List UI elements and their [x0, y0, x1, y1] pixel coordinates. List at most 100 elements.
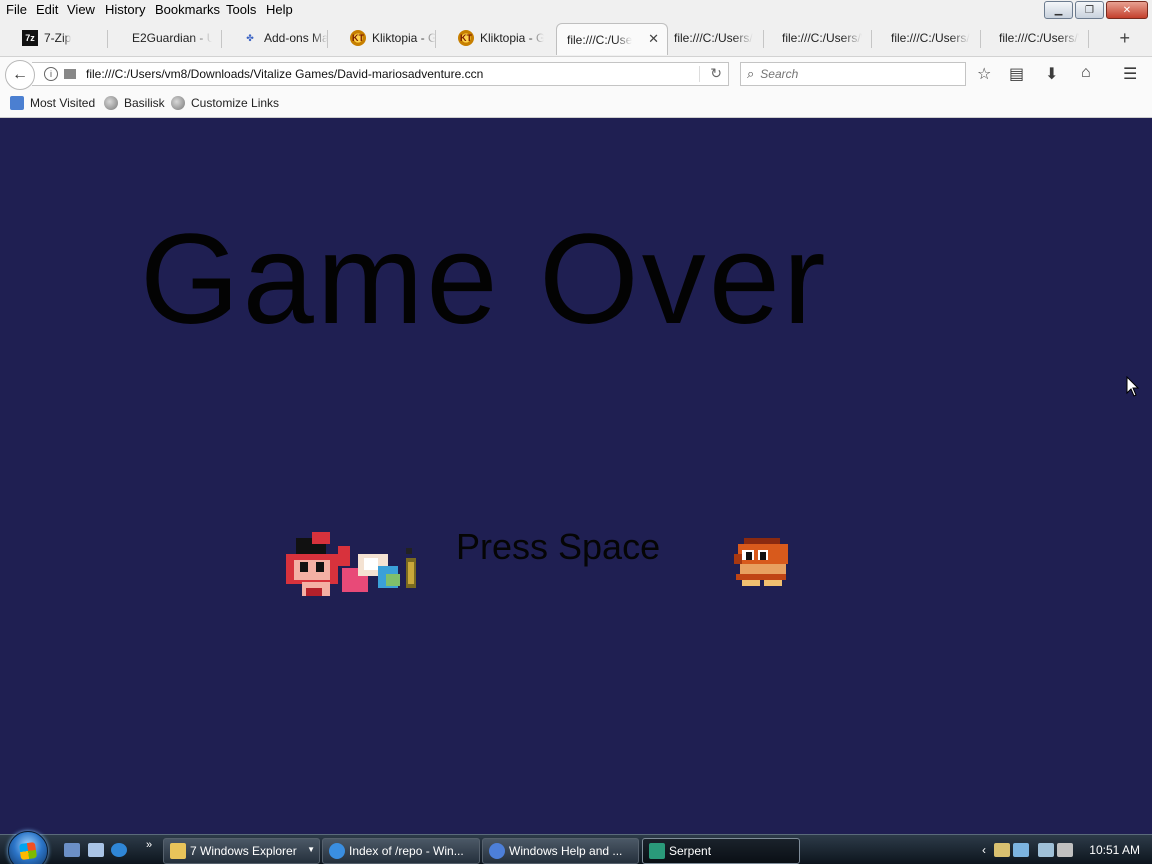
bookmarks-bar: Most Visited Basilisk Customize Links	[0, 90, 1152, 118]
restore-button[interactable]: ❐	[1075, 1, 1104, 19]
tab-active-file[interactable]: file:///C:/Use ✕	[556, 23, 668, 55]
tab-addons[interactable]: ✤ Add-ons Ma	[220, 24, 328, 52]
browser-window: File Edit View History Bookmarks Tools H…	[0, 0, 1152, 864]
most-visited-icon	[10, 96, 24, 110]
help-icon	[489, 843, 505, 859]
taskbar-button-label: Windows Help and ...	[509, 844, 623, 858]
switch-windows-icon[interactable]	[88, 843, 104, 857]
bookmark-most-visited[interactable]: Most Visited	[10, 96, 95, 110]
tab-file-4[interactable]: file:///C:/Users/	[873, 24, 981, 52]
tab-label: file:///C:/Users/\	[782, 31, 862, 45]
globe-icon	[104, 96, 118, 110]
start-button[interactable]	[8, 831, 48, 864]
taskbar-serpent[interactable]: Serpent	[642, 838, 800, 864]
kliktopia-icon: KT	[458, 30, 474, 46]
taskbar: » 7 Windows Explorer ▼ Index of /repo - …	[0, 831, 1152, 864]
taskbar-button-label: Serpent	[669, 844, 712, 858]
tab-e2guardian[interactable]: E2Guardian - Un	[114, 24, 222, 52]
globe-icon	[171, 96, 185, 110]
folder-icon	[170, 843, 186, 859]
puzzle-icon: ✤	[246, 32, 254, 43]
windows-logo-icon	[18, 841, 38, 861]
volume-muted-icon[interactable]	[1057, 843, 1073, 857]
tab-7zip[interactable]: 7z 7-Zip	[0, 24, 108, 52]
taskbar-index-of-repo[interactable]: Index of /repo - Win...	[322, 838, 480, 864]
menu-tools[interactable]: Tools	[225, 2, 257, 17]
menu-history[interactable]: History	[104, 2, 146, 17]
tab-label: Add-ons Ma	[264, 31, 328, 45]
mouse-cursor-icon	[1126, 376, 1140, 397]
new-tab-icon[interactable]: +	[1119, 28, 1130, 49]
reading-list-icon[interactable]: ▤	[1009, 64, 1024, 84]
navigation-bar: i file:///C:/Users/vm8/Downloads/Vitaliz…	[0, 56, 1152, 91]
back-arrow-icon: ←	[12, 66, 28, 83]
press-space-prompt: Press Space	[456, 526, 661, 567]
search-bar[interactable]: ⌕	[740, 62, 966, 86]
menu-hamburger-icon[interactable]: ☰	[1123, 64, 1137, 84]
taskbar-button-label: 7 Windows Explorer	[190, 844, 297, 858]
url-text[interactable]: file:///C:/Users/vm8/Downloads/Vitalize …	[86, 67, 483, 81]
menu-view[interactable]: View	[66, 2, 96, 17]
serpent-icon	[649, 843, 665, 859]
url-bar[interactable]: i file:///C:/Users/vm8/Downloads/Vitaliz…	[32, 62, 729, 86]
tab-file-3[interactable]: file:///C:/Users/\	[764, 24, 872, 52]
tray-expand-icon[interactable]: ‹	[982, 843, 986, 857]
tab-strip: 7z 7-Zip E2Guardian - Un ✤ Add-ons Ma KT…	[0, 20, 1152, 56]
menu-file[interactable]: File	[5, 2, 28, 17]
tab-label: E2Guardian - Un	[132, 31, 212, 45]
taskbar-button-label: Index of /repo - Win...	[349, 844, 464, 858]
goomba-sprite	[734, 538, 788, 586]
info-icon[interactable]: i	[44, 67, 58, 81]
chevron-down-icon: ▼	[307, 845, 315, 854]
mario-sprite	[286, 532, 416, 596]
window-controls: ▁ ❐ ✕	[1044, 1, 1148, 19]
kliktopia-icon: KT	[350, 30, 366, 46]
tab-label: file:///C:/Use	[567, 32, 633, 47]
game-over-title: Game Over	[140, 208, 829, 351]
menu-bookmarks[interactable]: Bookmarks	[154, 2, 221, 17]
bookmark-label: Customize Links	[191, 96, 280, 110]
tab-file-5[interactable]: file:///C:/Users/\	[981, 24, 1089, 52]
tab-label: 7-Zip	[44, 31, 72, 45]
tray-display-icon[interactable]	[1038, 843, 1054, 857]
clock[interactable]: 10:51 AM	[1089, 843, 1140, 857]
bookmark-label: Most Visited	[30, 96, 96, 110]
menu-bar: File Edit View History Bookmarks Tools H…	[0, 0, 1152, 20]
bookmark-basilisk[interactable]: Basilisk	[104, 96, 165, 110]
download-icon[interactable]: ⬇	[1045, 64, 1058, 84]
home-icon[interactable]: ⌂	[1081, 64, 1091, 82]
taskbar-windows-help[interactable]: Windows Help and ...	[482, 838, 639, 864]
close-window-button[interactable]: ✕	[1106, 1, 1148, 19]
menu-edit[interactable]: Edit	[35, 2, 59, 17]
tab-label: file:///C:/Users/	[674, 31, 753, 45]
taskbar-windows-explorer[interactable]: 7 Windows Explorer ▼	[163, 838, 320, 864]
reload-icon[interactable]: ↻	[710, 65, 722, 82]
tab-label: Kliktopia - G	[372, 31, 436, 45]
minimize-button[interactable]: ▁	[1044, 1, 1073, 19]
ie-icon	[329, 843, 345, 859]
search-icon: ⌕	[747, 66, 755, 81]
show-desktop-icon[interactable]	[64, 843, 80, 857]
search-input[interactable]	[758, 66, 943, 82]
menu-help[interactable]: Help	[265, 2, 294, 17]
bookmark-star-icon[interactable]: ☆	[977, 64, 991, 84]
minimize-icon: ▁	[1054, 4, 1063, 16]
back-button[interactable]: ←	[5, 60, 35, 90]
tab-kliktopia-1[interactable]: KT Kliktopia - G	[328, 24, 436, 52]
tab-file-2[interactable]: file:///C:/Users/	[656, 24, 764, 52]
page-icon	[64, 69, 76, 79]
7zip-icon: 7z	[22, 30, 38, 46]
tray-app-icon[interactable]	[994, 843, 1010, 857]
close-icon: ✕	[1122, 4, 1132, 16]
bookmark-label: Basilisk	[124, 96, 165, 110]
game-canvas[interactable]: Game Over Press Space	[0, 118, 1152, 834]
bookmark-customize-links[interactable]: Customize Links	[171, 96, 279, 110]
restore-icon: ❐	[1085, 4, 1094, 16]
tab-label: Kliktopia - G	[480, 31, 544, 45]
tab-label: file:///C:/Users/\	[999, 31, 1079, 45]
tab-kliktopia-2[interactable]: KT Kliktopia - G	[436, 24, 544, 52]
tab-label: file:///C:/Users/	[891, 31, 970, 45]
quicklaunch-overflow-icon[interactable]: »	[146, 839, 152, 851]
tray-network-icon[interactable]	[1013, 843, 1029, 857]
ie-quicklaunch-icon[interactable]	[111, 843, 127, 857]
